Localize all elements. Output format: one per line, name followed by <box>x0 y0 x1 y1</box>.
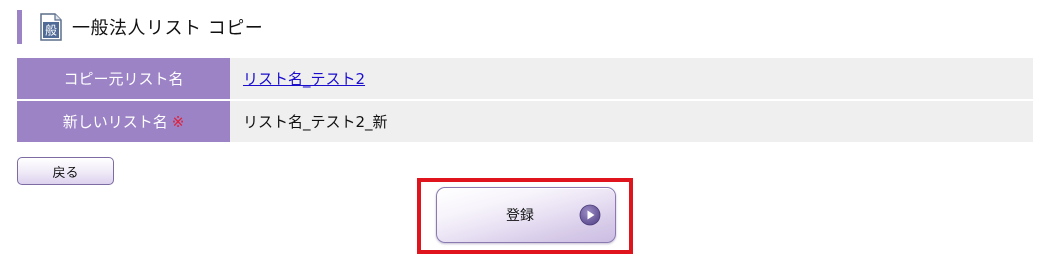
page-header: 般 一般法人リスト コピー <box>17 8 263 46</box>
new-list-name-value: リスト名_テスト2_新 <box>243 113 388 131</box>
required-mark: ※ <box>171 113 185 131</box>
new-list-label-cell: 新しいリスト名 ※ <box>17 100 230 142</box>
source-list-label-cell: コピー元リスト名 <box>17 58 230 100</box>
new-list-row: 新しいリスト名 ※ リスト名_テスト2_新 <box>17 100 1033 142</box>
title-accent-bar <box>17 10 22 44</box>
source-list-value-cell: リスト名_テスト2 <box>230 58 1033 100</box>
source-list-link[interactable]: リスト名_テスト2 <box>243 70 365 88</box>
document-icon: 般 <box>38 13 64 41</box>
back-button[interactable]: 戻る <box>17 157 114 185</box>
back-button-label: 戻る <box>52 165 79 181</box>
new-list-label: 新しいリスト名 <box>62 113 168 131</box>
title-icon-glyph: 般 <box>45 23 57 38</box>
list-copy-form: コピー元リスト名 リスト名_テスト2 新しいリスト名 ※ リスト名_テスト2_新 <box>17 58 1033 142</box>
play-circle-icon <box>579 204 601 226</box>
new-list-value-cell: リスト名_テスト2_新 <box>230 100 1033 142</box>
source-list-row: コピー元リスト名 リスト名_テスト2 <box>17 58 1033 100</box>
page-title: 一般法人リスト コピー <box>72 18 264 39</box>
register-button[interactable]: 登録 <box>436 187 616 243</box>
source-list-label: コピー元リスト名 <box>63 70 184 88</box>
